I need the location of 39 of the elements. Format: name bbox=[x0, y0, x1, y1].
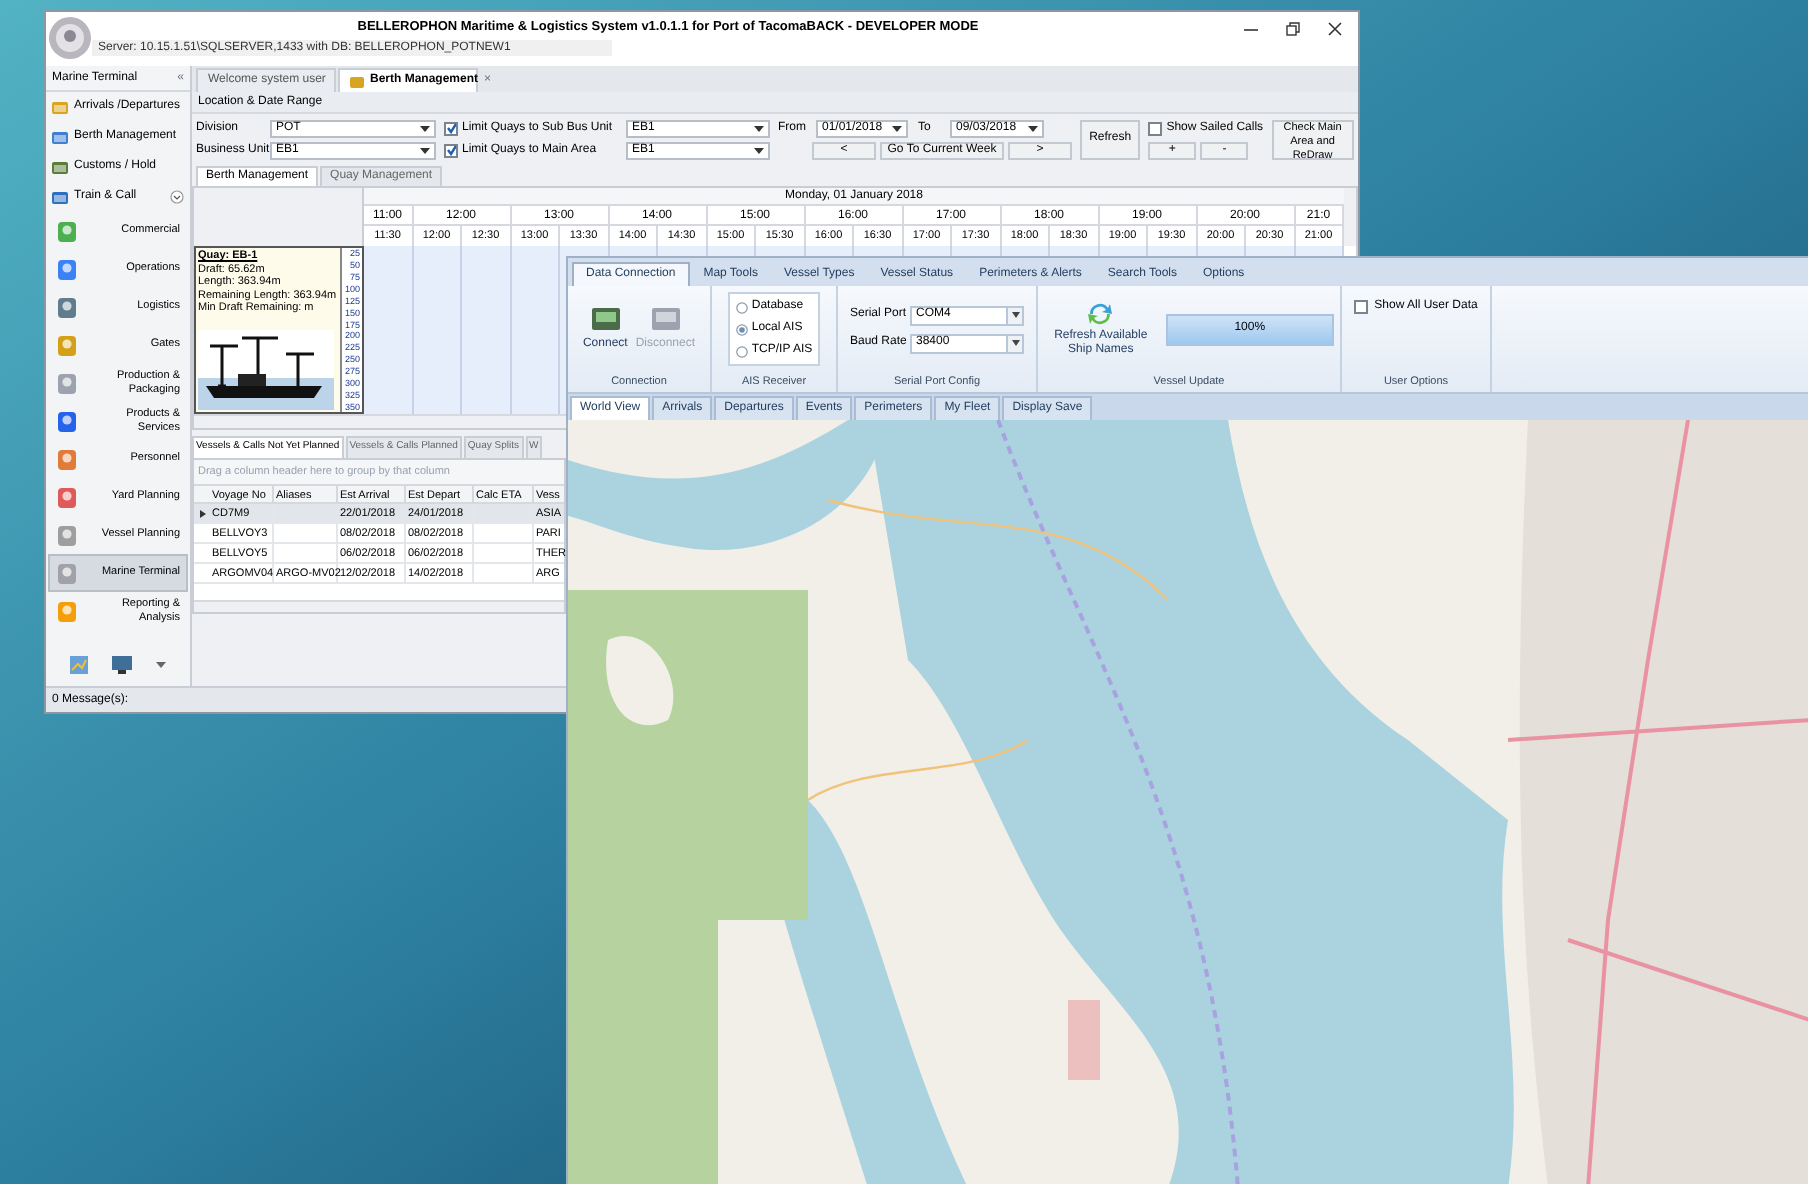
device-icon bbox=[589, 304, 622, 332]
radio-button[interactable] bbox=[735, 323, 748, 335]
module-icon bbox=[56, 561, 78, 585]
monitor-icon[interactable] bbox=[112, 655, 132, 673]
module-icon bbox=[56, 523, 78, 547]
caret-icon bbox=[754, 125, 764, 131]
checkbox[interactable] bbox=[1148, 121, 1163, 135]
module-icon bbox=[56, 447, 78, 471]
radio-button[interactable] bbox=[735, 345, 748, 357]
radio-button[interactable] bbox=[735, 301, 748, 313]
module-icon bbox=[56, 371, 78, 395]
caret-icon bbox=[420, 147, 430, 153]
caret-icon bbox=[1011, 340, 1019, 346]
module-icon bbox=[56, 333, 78, 357]
scrollbar[interactable] bbox=[194, 600, 564, 612]
module-icon bbox=[56, 409, 78, 433]
caret-icon bbox=[1028, 125, 1038, 131]
device-icon bbox=[649, 304, 682, 332]
caret-icon bbox=[892, 125, 902, 131]
refresh-icon bbox=[1084, 300, 1117, 328]
caret-icon bbox=[420, 125, 430, 131]
module-icon bbox=[56, 599, 78, 623]
module-icon bbox=[56, 485, 78, 509]
checkbox[interactable] bbox=[1354, 300, 1369, 314]
close-icon[interactable] bbox=[1328, 22, 1342, 36]
module-icon bbox=[56, 257, 78, 281]
caret-icon bbox=[1011, 312, 1019, 318]
expand-icon[interactable] bbox=[170, 190, 184, 204]
caret-icon[interactable] bbox=[156, 661, 166, 667]
scrollbar[interactable] bbox=[194, 414, 568, 428]
app-logo-icon bbox=[48, 16, 92, 60]
folder-icon bbox=[350, 75, 364, 87]
module-icon bbox=[56, 219, 78, 243]
checkbox[interactable] bbox=[444, 143, 458, 157]
module-icon bbox=[56, 295, 78, 319]
restore-icon[interactable] bbox=[1286, 22, 1300, 36]
caret-icon bbox=[754, 147, 764, 153]
current-row-icon bbox=[199, 509, 205, 517]
checkbox[interactable] bbox=[444, 121, 458, 135]
